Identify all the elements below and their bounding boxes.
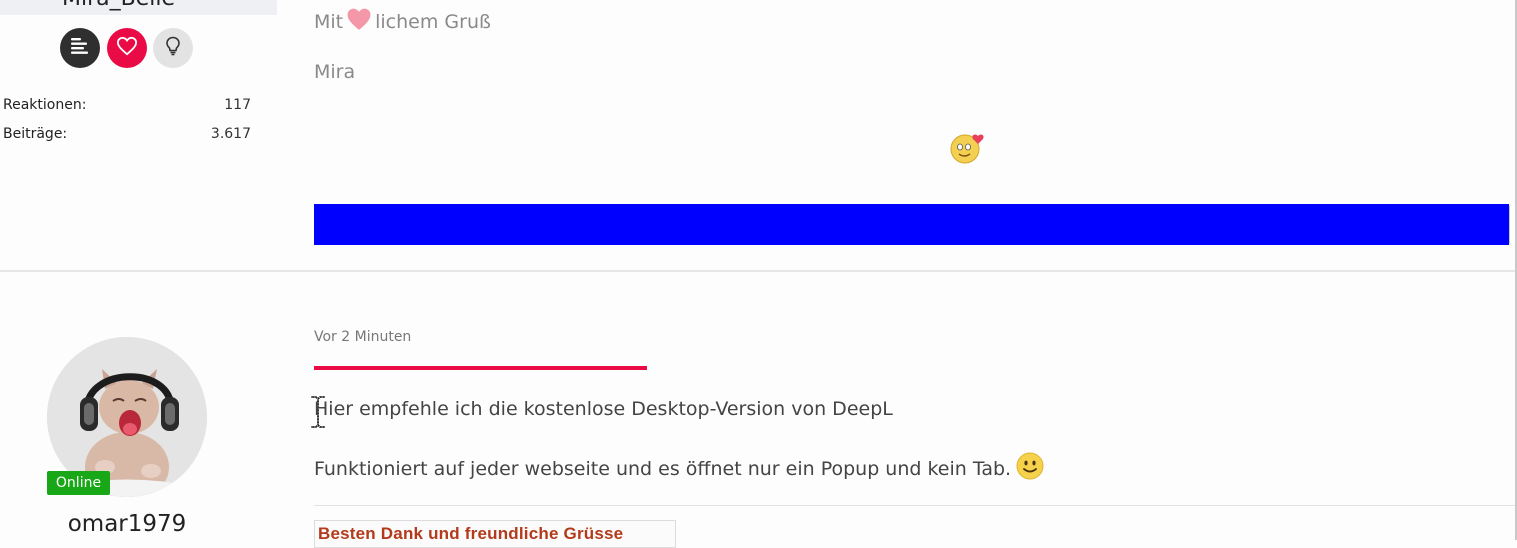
post-body-line: Hier empfehle ich die kostenlose Desktop…: [314, 398, 893, 420]
post-timestamp[interactable]: Vor 2 Minuten: [314, 329, 411, 345]
ideas-button[interactable]: [153, 28, 193, 68]
greeting-prefix: Mit: [314, 10, 344, 33]
post-divider: [0, 270, 1517, 272]
hug-emoji-icon: [948, 130, 990, 170]
prev-author-username[interactable]: Mira_Belle: [62, 0, 175, 12]
timestamp-underline: [314, 366, 647, 370]
reactions-label: Reaktionen:: [3, 97, 87, 113]
status-badge: Online: [47, 471, 110, 495]
signature-image: Besten Dank und freundliche Grüsse: [314, 520, 676, 548]
author-username[interactable]: omar1979: [0, 511, 254, 537]
likes-button[interactable]: [107, 28, 147, 68]
posts-button[interactable]: [60, 28, 100, 68]
signature-text: Besten Dank und freundliche Grüsse: [318, 524, 624, 543]
signature-divider: [314, 505, 1517, 506]
posts-count: 3.617: [210, 126, 251, 142]
heart-icon: [116, 36, 138, 60]
greeting-suffix: lichem Gruß: [375, 10, 491, 33]
post-body-text: Funktioniert auf jeder webseite und es ö…: [314, 457, 1012, 480]
signature-greeting: Mit lichem Gruß: [314, 7, 491, 36]
lightbulb-icon: [165, 36, 181, 60]
post-body-line: Funktioniert auf jeder webseite und es ö…: [314, 452, 1044, 485]
heart-icon: [345, 7, 373, 36]
list-icon: [70, 37, 90, 59]
smile-emoji-icon: [1016, 452, 1044, 485]
banner-bar: [314, 204, 1509, 245]
posts-label: Beiträge:: [3, 126, 68, 142]
signature-name: Mira: [314, 61, 356, 83]
reactions-count: 117: [224, 97, 251, 113]
